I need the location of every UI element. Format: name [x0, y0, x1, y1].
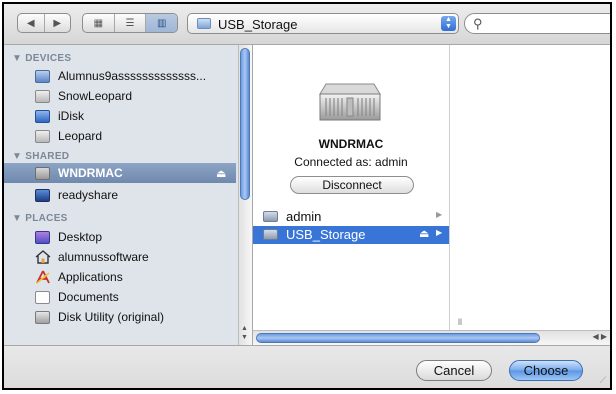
back-forward-control: ◀ ▶: [17, 13, 71, 33]
sidebar-item-wndrmac[interactable]: WNDRMAC ⏏: [4, 163, 236, 183]
home-icon: [35, 250, 51, 264]
chevron-right-icon: ▶: [436, 210, 443, 219]
location-label: USB_Storage: [218, 17, 298, 32]
dialog-button-bar: Cancel Choose ⟋: [4, 345, 610, 388]
eject-icon[interactable]: ⏏: [419, 227, 429, 240]
eject-icon[interactable]: ⏏: [216, 167, 226, 180]
sidebar-item-disk-utility[interactable]: Disk Utility (original): [4, 307, 236, 327]
horizontal-scrollbar[interactable]: ◀ ▶: [253, 330, 610, 345]
server-icon: [319, 83, 381, 121]
list-view-icon[interactable]: ☰: [115, 14, 147, 32]
list-item-usb-storage[interactable]: USB_Storage ⏏ ▶: [253, 226, 449, 244]
disk-utility-icon: [35, 310, 50, 324]
sidebar-item-label: Documents: [58, 290, 119, 304]
sidebar-item-readyshare[interactable]: readyshare: [4, 185, 236, 205]
disconnect-button[interactable]: Disconnect: [290, 176, 414, 194]
sidebar-item-leopard[interactable]: Leopard: [4, 126, 236, 146]
search-input[interactable]: ⚲: [464, 13, 610, 34]
shared-header: ▼ SHARED: [12, 151, 70, 162]
folder-icon: [197, 18, 211, 29]
sidebar-item-label: Disk Utility (original): [58, 310, 165, 324]
server-name: WNDRMAC: [318, 137, 384, 151]
location-popup[interactable]: USB_Storage ▲ ▼: [187, 13, 459, 34]
sidebar-item-label: WNDRMAC: [58, 166, 123, 180]
desktop-icon: [35, 230, 50, 244]
documents-icon: [35, 290, 50, 304]
browser-column-server: WNDRMAC Connected as: admin Disconnect a…: [253, 45, 450, 330]
hard-disk-icon: [35, 89, 50, 103]
sidebar-item-home[interactable]: alumnussoftware: [4, 247, 236, 267]
sidebar: ▼ DEVICES Alumnus9asssssssssssss... Snow…: [4, 45, 253, 345]
resize-grip-icon[interactable]: ⟋: [600, 375, 606, 386]
toolbar: ◀ ▶ ▦ ☰ ▥ USB_Storage ▲ ▼ ⚲: [4, 4, 610, 45]
list-item-label: admin: [286, 209, 322, 224]
scroll-arrows-icon[interactable]: ◀ ▶: [592, 332, 607, 341]
browser-column-contents: [450, 45, 610, 330]
column-resize-handle[interactable]: ll: [458, 317, 462, 327]
sidebar-item-documents[interactable]: Documents: [4, 287, 236, 307]
sidebar-item-desktop[interactable]: Desktop: [4, 227, 236, 247]
network-monitor-icon: [35, 188, 50, 202]
back-arrow-icon[interactable]: ◀: [18, 14, 45, 32]
sidebar-scroll-thumb[interactable]: [240, 48, 250, 200]
sidebar-item-snowleopard[interactable]: SnowLeopard: [4, 86, 236, 106]
sidebar-item-label: alumnussoftware: [58, 250, 149, 264]
sidebar-item-label: Leopard: [58, 129, 103, 143]
folder-icon: [263, 211, 278, 222]
computer-icon: [35, 69, 50, 83]
scroll-arrows-icon[interactable]: ▲ ▼: [241, 324, 248, 342]
forward-arrow-icon[interactable]: ▶: [45, 14, 71, 32]
icon-view-icon[interactable]: ▦: [83, 14, 115, 32]
sidebar-item-label: SnowLeopard: [58, 89, 133, 103]
applications-icon: [35, 270, 50, 284]
horizontal-scroll-thumb[interactable]: [256, 333, 540, 343]
cancel-button[interactable]: Cancel: [416, 360, 492, 381]
column-view-icon[interactable]: ▥: [146, 14, 177, 32]
list-item-admin[interactable]: admin ▶: [253, 208, 449, 226]
sidebar-item-computer[interactable]: Alumnus9asssssssssssss...: [4, 66, 236, 86]
chevron-right-icon: ▶: [436, 228, 443, 237]
idisk-icon: [35, 109, 50, 123]
choose-button[interactable]: Choose: [509, 360, 583, 381]
sidebar-item-label: readyshare: [58, 188, 119, 202]
file-chooser-dialog: ◀ ▶ ▦ ☰ ▥ USB_Storage ▲ ▼ ⚲ ▼ DEVICES Alu…: [2, 2, 612, 390]
sidebar-item-label: Applications: [58, 270, 123, 284]
sidebar-item-idisk[interactable]: iDisk: [4, 106, 236, 126]
list-item-label: USB_Storage: [286, 227, 366, 242]
connection-status: Connected as: admin: [294, 155, 408, 169]
sidebar-item-label: iDisk: [58, 109, 84, 123]
sidebar-item-label: Desktop: [58, 230, 103, 244]
search-icon: ⚲: [473, 16, 483, 31]
hard-disk-icon: [35, 129, 50, 143]
folder-icon: [263, 229, 278, 240]
popup-arrows-icon: ▲ ▼: [441, 16, 456, 31]
places-header: ▼ PLACES: [12, 213, 68, 224]
sidebar-scrollbar[interactable]: ▲ ▼: [238, 45, 252, 345]
sidebar-item-applications[interactable]: Applications: [4, 267, 236, 287]
devices-header: ▼ DEVICES: [12, 53, 72, 64]
server-icon: [35, 166, 50, 180]
sidebar-item-label: Alumnus9asssssssssssss...: [58, 69, 207, 83]
view-mode-control: ▦ ☰ ▥: [82, 13, 178, 33]
